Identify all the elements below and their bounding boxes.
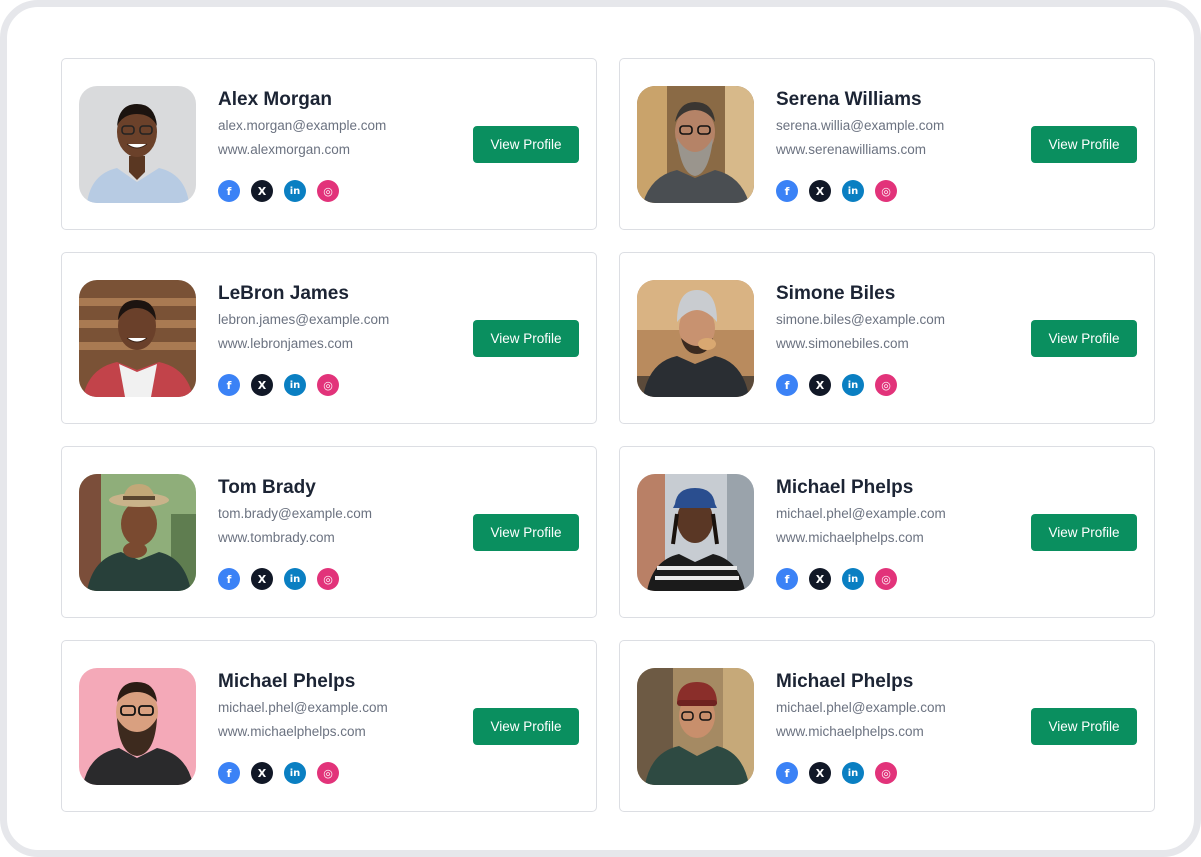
profile-website: www.michaelphelps.com <box>218 724 366 739</box>
profile-email: tom.brady@example.com <box>218 506 373 521</box>
profile-website: www.lebronjames.com <box>218 336 354 351</box>
view-profile-button[interactable]: View Profile <box>473 708 579 745</box>
profile-email: simone.biles@example.com <box>776 312 946 327</box>
facebook-icon[interactable]: f <box>776 762 798 784</box>
avatar <box>79 474 196 591</box>
profile-name: Michael Phelps <box>776 671 914 692</box>
facebook-icon[interactable]: f <box>218 568 240 590</box>
view-profile-button[interactable]: View Profile <box>1031 708 1137 745</box>
social-links: f X in ◎ <box>776 568 897 590</box>
profile-email: lebron.james@example.com <box>218 312 390 327</box>
x-icon[interactable]: X <box>251 374 273 396</box>
profile-email: serena.willia@example.com <box>776 118 945 133</box>
view-profile-button[interactable]: View Profile <box>1031 320 1137 357</box>
profile-email: michael.phel@example.com <box>218 700 388 715</box>
dribbble-icon[interactable]: ◎ <box>317 180 339 202</box>
profile-website: www.alexmorgan.com <box>218 142 351 157</box>
avatar <box>79 668 196 785</box>
facebook-icon[interactable]: f <box>218 762 240 784</box>
profile-website: www.michaelphelps.com <box>776 530 924 545</box>
profile-email: alex.morgan@example.com <box>218 118 387 133</box>
linkedin-icon[interactable]: in <box>842 762 864 784</box>
avatar <box>637 668 754 785</box>
view-profile-button[interactable]: View Profile <box>1031 514 1137 551</box>
social-links: f X in ◎ <box>776 762 897 784</box>
profile-name: LeBron James <box>218 283 349 304</box>
dribbble-icon[interactable]: ◎ <box>317 374 339 396</box>
dribbble-icon[interactable]: ◎ <box>875 568 897 590</box>
profile-card: Michael Phelps michael.phel@example.com … <box>619 446 1155 618</box>
profile-card: Alex Morgan alex.morgan@example.com www.… <box>61 58 597 230</box>
linkedin-icon[interactable]: in <box>842 180 864 202</box>
profile-card: Simone Biles simone.biles@example.com ww… <box>619 252 1155 424</box>
linkedin-icon[interactable]: in <box>842 568 864 590</box>
profile-card: Serena Williams serena.willia@example.co… <box>619 58 1155 230</box>
avatar <box>637 86 754 203</box>
profile-name: Tom Brady <box>218 477 316 498</box>
profile-website: www.tombrady.com <box>218 530 335 545</box>
x-icon[interactable]: X <box>251 762 273 784</box>
x-icon[interactable]: X <box>809 374 831 396</box>
dribbble-icon[interactable]: ◎ <box>875 180 897 202</box>
x-icon[interactable]: X <box>809 762 831 784</box>
social-links: f X in ◎ <box>218 180 339 202</box>
dribbble-icon[interactable]: ◎ <box>317 762 339 784</box>
social-links: f X in ◎ <box>218 374 339 396</box>
x-icon[interactable]: X <box>809 180 831 202</box>
dribbble-icon[interactable]: ◎ <box>317 568 339 590</box>
linkedin-icon[interactable]: in <box>284 374 306 396</box>
profile-name: Simone Biles <box>776 283 896 304</box>
social-links: f X in ◎ <box>218 568 339 590</box>
facebook-icon[interactable]: f <box>776 568 798 590</box>
view-profile-button[interactable]: View Profile <box>473 514 579 551</box>
linkedin-icon[interactable]: in <box>284 568 306 590</box>
profile-email: michael.phel@example.com <box>776 506 946 521</box>
avatar <box>79 86 196 203</box>
facebook-icon[interactable]: f <box>776 180 798 202</box>
profile-website: www.michaelphelps.com <box>776 724 924 739</box>
view-profile-button[interactable]: View Profile <box>1031 126 1137 163</box>
profile-website: www.serenawilliams.com <box>776 142 927 157</box>
profile-name: Michael Phelps <box>776 477 914 498</box>
x-icon[interactable]: X <box>251 568 273 590</box>
social-links: f X in ◎ <box>776 374 897 396</box>
avatar <box>637 474 754 591</box>
facebook-icon[interactable]: f <box>218 374 240 396</box>
profile-name: Michael Phelps <box>218 671 356 692</box>
social-links: f X in ◎ <box>776 180 897 202</box>
linkedin-icon[interactable]: in <box>284 762 306 784</box>
avatar <box>637 280 754 397</box>
page-frame: Alex Morgan alex.morgan@example.com www.… <box>0 0 1201 857</box>
linkedin-icon[interactable]: in <box>842 374 864 396</box>
dribbble-icon[interactable]: ◎ <box>875 762 897 784</box>
profile-email: michael.phel@example.com <box>776 700 946 715</box>
profile-website: www.simonebiles.com <box>776 336 909 351</box>
x-icon[interactable]: X <box>809 568 831 590</box>
profile-card: Tom Brady tom.brady@example.com www.tomb… <box>61 446 597 618</box>
x-icon[interactable]: X <box>251 180 273 202</box>
profile-card: Michael Phelps michael.phel@example.com … <box>61 640 597 812</box>
view-profile-button[interactable]: View Profile <box>473 320 579 357</box>
profile-name: Serena Williams <box>776 89 922 110</box>
social-links: f X in ◎ <box>218 762 339 784</box>
linkedin-icon[interactable]: in <box>284 180 306 202</box>
avatar <box>79 280 196 397</box>
profile-card: Michael Phelps michael.phel@example.com … <box>619 640 1155 812</box>
profile-card: LeBron James lebron.james@example.com ww… <box>61 252 597 424</box>
facebook-icon[interactable]: f <box>218 180 240 202</box>
profile-name: Alex Morgan <box>218 89 333 110</box>
view-profile-button[interactable]: View Profile <box>473 126 579 163</box>
facebook-icon[interactable]: f <box>776 374 798 396</box>
profile-grid: Alex Morgan alex.morgan@example.com www.… <box>61 58 1155 812</box>
dribbble-icon[interactable]: ◎ <box>875 374 897 396</box>
